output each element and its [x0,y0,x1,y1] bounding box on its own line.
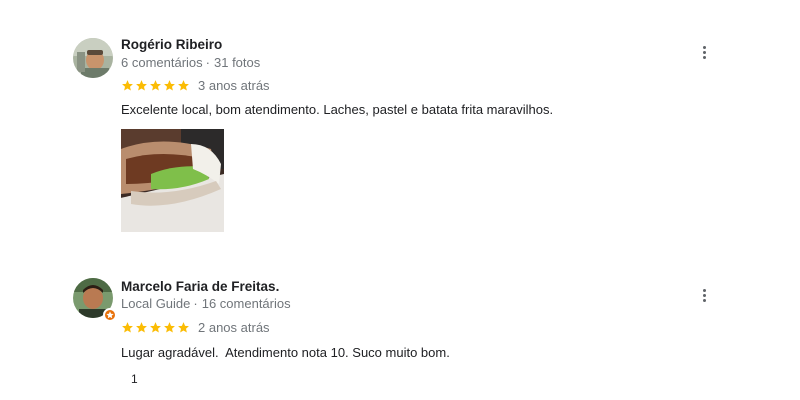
rating-row: 2 anos atrás [121,320,270,335]
star-icon [136,322,147,333]
local-guide-icon [103,308,117,322]
truncated-text: 1 [131,372,138,386]
avatar-photo-icon [73,38,113,78]
reviewer-photo-count: 31 fotos [214,55,261,70]
star-icon [164,80,175,91]
review-text: Excelente local, bom atendimento. Laches… [121,102,554,117]
dot-icon [702,293,706,297]
review-date: 3 anos atrás [198,78,270,93]
rating-row: 3 anos atrás [121,78,270,93]
star-rating [121,79,190,92]
meta-separator: · [193,296,198,311]
meta-separator: · [205,55,210,70]
reviewer-guide-status: Local Guide [121,296,191,311]
star-icon [150,322,161,333]
review-text: Lugar agradável. Atendimento nota 10. Su… [121,345,450,360]
star-icon [178,322,189,333]
food-photo-icon [121,129,224,232]
review-photo[interactable] [121,129,224,232]
star-icon [122,80,133,91]
reviewer-name[interactable]: Marcelo Faria de Freitas. [121,279,279,294]
reviewer-review-count: 16 comentários [201,296,291,311]
reviewer-name[interactable]: Rogério Ribeiro [121,37,222,52]
reviewer-meta: 6 comentários · 31 fotos [121,55,260,70]
review-date: 2 anos atrás [198,320,270,335]
dot-icon [702,45,706,49]
reviewer-avatar[interactable] [73,278,117,322]
star-icon [178,80,189,91]
dot-icon [702,288,706,292]
reviewer-review-count: 6 comentários [121,55,203,70]
star-icon [136,80,147,91]
reviewer-avatar[interactable] [73,38,113,78]
dot-icon [702,50,706,54]
star-icon [122,322,133,333]
more-options-button[interactable] [695,286,713,304]
star-rating [121,321,190,334]
star-icon [150,80,161,91]
reviewer-meta: Local Guide · 16 comentários [121,296,291,311]
dot-icon [702,55,706,59]
star-icon [164,322,175,333]
more-options-button[interactable] [695,43,713,61]
dot-icon [702,298,706,302]
star-badge-icon [106,311,114,319]
